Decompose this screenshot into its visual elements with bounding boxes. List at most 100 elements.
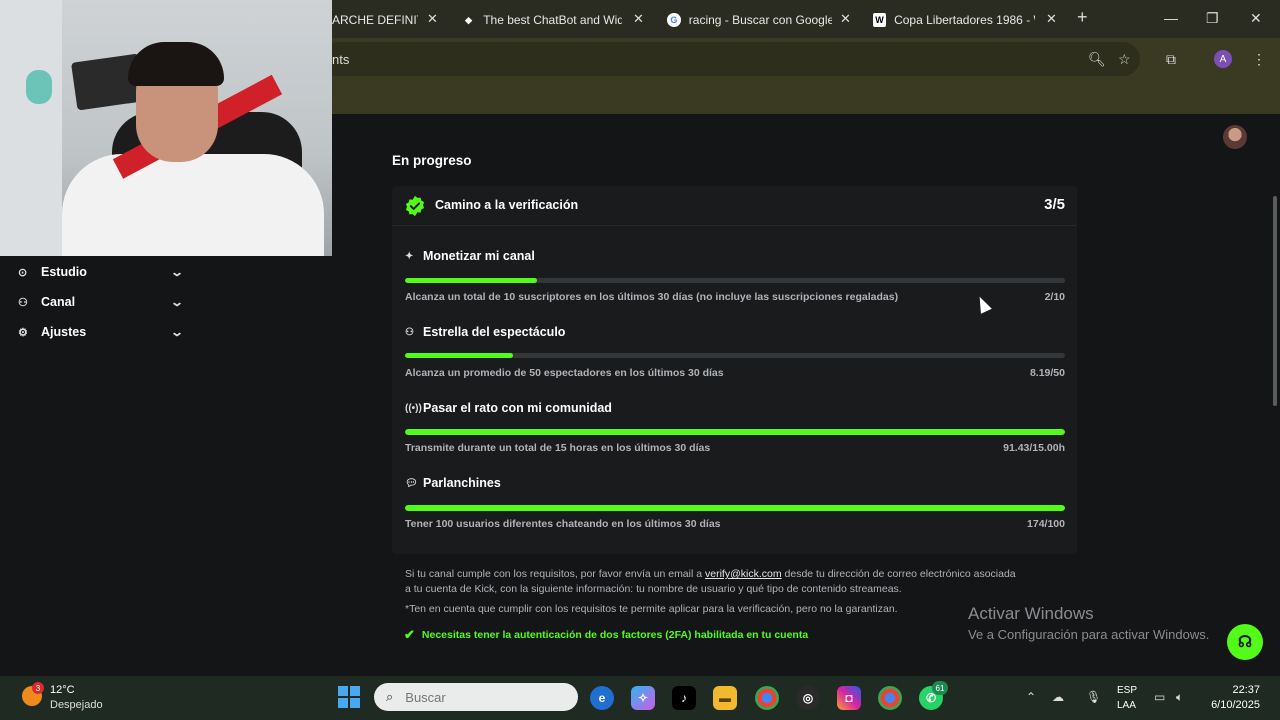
activate-windows-subtitle: Ve a Configuración para activar Windows. bbox=[968, 627, 1210, 642]
tab-close-icon[interactable]: ✕ bbox=[1046, 11, 1057, 27]
card-progress-count: 3/5 bbox=[1044, 196, 1065, 213]
chrome-profile-icon[interactable] bbox=[878, 686, 902, 710]
twofa-text: Necesitas tener la autenticación de dos … bbox=[421, 629, 809, 641]
copilot-icon[interactable]: ✧ bbox=[631, 686, 655, 710]
chevron-up-icon[interactable]: ⌃ bbox=[1026, 690, 1036, 704]
weather-badge: 3 bbox=[32, 682, 44, 694]
omnibox[interactable] bbox=[320, 42, 1140, 76]
tab-4[interactable]: W Copa Libertadores 1986 - W bbox=[873, 6, 1035, 34]
webcam-hair bbox=[128, 42, 224, 86]
tab-title: The best ChatBot and Widg bbox=[483, 13, 622, 27]
search-input[interactable] bbox=[405, 689, 556, 705]
viewers-icon: ⚇ bbox=[405, 326, 414, 338]
extensions-icon[interactable]: ⧉ bbox=[1166, 51, 1176, 68]
start-button[interactable] bbox=[338, 686, 360, 708]
sidebar-item-estudio[interactable]: ⊙ Estudio ⌄ bbox=[18, 262, 185, 282]
requirement-progress-bar bbox=[405, 278, 1065, 283]
chrome-icon[interactable] bbox=[755, 686, 779, 710]
requirement-title: ✦ Monetizar mi canal bbox=[405, 249, 535, 263]
webcam-background bbox=[0, 0, 62, 256]
tab-title: racing - Buscar con Google bbox=[688, 13, 832, 27]
channel-icon: ⚇ bbox=[18, 296, 28, 309]
clock-time[interactable]: 22:37 bbox=[1196, 684, 1260, 696]
footer-instructions: Si tu canal cumple con los requisitos, p… bbox=[405, 567, 1016, 582]
tab-close-icon[interactable]: ✕ bbox=[427, 11, 438, 27]
language-layout[interactable]: LAA bbox=[1117, 700, 1136, 711]
cloud-icon[interactable]: ☁ bbox=[1052, 690, 1064, 704]
requirement-title-text: Monetizar mi canal bbox=[423, 249, 535, 263]
sidebar-item-label: Canal bbox=[41, 295, 76, 309]
broadcast-icon: ((•)) bbox=[405, 402, 422, 414]
requirement-progress-fill bbox=[405, 505, 1065, 511]
tab-close-icon[interactable]: ✕ bbox=[633, 11, 644, 27]
verify-email-link[interactable]: verify@kick.com bbox=[705, 568, 782, 580]
sparkle-icon: ✦ bbox=[405, 250, 414, 262]
requirement-title-text: Estrella del espectáculo bbox=[423, 325, 566, 339]
chevron-down-icon: ⌄ bbox=[169, 265, 185, 279]
network-icon[interactable]: ▭ bbox=[1154, 690, 1165, 704]
tab-title: Copa Libertadores 1986 - W bbox=[894, 13, 1035, 27]
diamond-icon: ◆ bbox=[465, 14, 473, 25]
footer-instructions-line2: a tu cuenta de Kick, con la siguiente in… bbox=[405, 583, 902, 595]
sidebar-item-canal[interactable]: ⚇ Canal ⌄ bbox=[18, 292, 185, 312]
requirement-title: ⚇ Estrella del espectáculo bbox=[405, 325, 565, 339]
tab-3[interactable]: G racing - Buscar con Google bbox=[667, 6, 832, 34]
sidebar-item-ajustes[interactable]: ⚙ Ajustes ⌄ bbox=[18, 322, 185, 342]
zoom-icon[interactable]: 🔍︎ bbox=[1088, 51, 1106, 68]
tab-1[interactable]: ARCHE DEFINITIV bbox=[332, 6, 418, 34]
activate-windows-title: Activar Windows bbox=[968, 604, 1094, 623]
edge-icon[interactable]: e bbox=[590, 686, 614, 710]
clock-date[interactable]: 6/10/2025 bbox=[1196, 699, 1260, 711]
new-tab-button[interactable]: + bbox=[1077, 7, 1088, 28]
webcam-figure bbox=[26, 70, 52, 104]
whatsapp-badge: 61 bbox=[932, 681, 948, 695]
requirement-progress-fill bbox=[405, 429, 1065, 435]
section-title: En progreso bbox=[392, 153, 472, 168]
scrollbar[interactable] bbox=[1273, 196, 1277, 406]
microphone-icon[interactable]: 🎙︎ bbox=[1086, 690, 1101, 704]
restore-button[interactable]: ❐ bbox=[1206, 10, 1219, 27]
language-indicator[interactable]: ESP bbox=[1117, 685, 1137, 696]
menu-icon[interactable]: ⋮ bbox=[1252, 51, 1266, 68]
weather-temperature: 12°C bbox=[50, 684, 75, 696]
windows-logo-quad bbox=[338, 686, 348, 696]
tab-title: ARCHE DEFINITIV bbox=[332, 13, 418, 27]
obs-icon[interactable]: ◎ bbox=[796, 686, 820, 710]
chevron-down-icon: ⌄ bbox=[169, 295, 185, 309]
help-button[interactable]: ☊ bbox=[1227, 624, 1263, 660]
tab-2[interactable]: ◆ The best ChatBot and Widg bbox=[462, 6, 622, 34]
sidebar-item-label: Ajustes bbox=[41, 325, 87, 339]
windows-logo-quad bbox=[338, 698, 348, 708]
gear-icon: ⚙ bbox=[18, 326, 28, 339]
search-icon: ⌕ bbox=[386, 689, 394, 704]
requirement-description: Alcanza un total de 10 suscriptores en l… bbox=[405, 291, 899, 303]
verified-badge-icon bbox=[405, 195, 425, 217]
chevron-down-icon: ⌄ bbox=[169, 325, 185, 339]
requirement-progress-bar bbox=[405, 429, 1065, 435]
windows-logo-quad bbox=[350, 686, 360, 696]
google-icon: G bbox=[667, 13, 681, 27]
requirement-title-text: Parlanchines bbox=[423, 476, 501, 490]
user-avatar[interactable] bbox=[1223, 125, 1247, 149]
star-icon[interactable]: ☆ bbox=[1118, 51, 1131, 68]
check-icon: ✔ bbox=[404, 627, 415, 642]
headset-icon: ☊ bbox=[1237, 634, 1253, 651]
volume-icon[interactable]: 🔈︎ bbox=[1176, 690, 1183, 705]
instagram-icon[interactable]: ◘ bbox=[837, 686, 861, 710]
folder-icon[interactable]: ▬ bbox=[713, 686, 737, 710]
tab-close-icon[interactable]: ✕ bbox=[840, 11, 851, 27]
address-text: nts bbox=[332, 52, 350, 67]
footer-text: desde tu dirección de correo electrónico… bbox=[781, 568, 1016, 580]
taskbar-search[interactable]: ⌕ bbox=[374, 683, 578, 711]
tiktok-icon[interactable]: ♪ bbox=[672, 686, 696, 710]
requirement-description: Alcanza un promedio de 50 espectadores e… bbox=[405, 367, 724, 379]
profile-avatar[interactable]: A bbox=[1214, 50, 1232, 68]
requirement-value: 174/100 bbox=[1027, 518, 1065, 530]
minimize-button[interactable]: — bbox=[1164, 10, 1178, 26]
requirement-progress-bar bbox=[405, 353, 1065, 358]
requirement-description: Transmite durante un total de 15 horas e… bbox=[405, 442, 711, 454]
requirement-title-text: Pasar el rato con mi comunidad bbox=[423, 401, 612, 415]
card-title: Camino a la verificación bbox=[435, 198, 579, 212]
requirement-progress-bar bbox=[405, 505, 1065, 511]
close-window-button[interactable]: ✕ bbox=[1250, 10, 1262, 27]
